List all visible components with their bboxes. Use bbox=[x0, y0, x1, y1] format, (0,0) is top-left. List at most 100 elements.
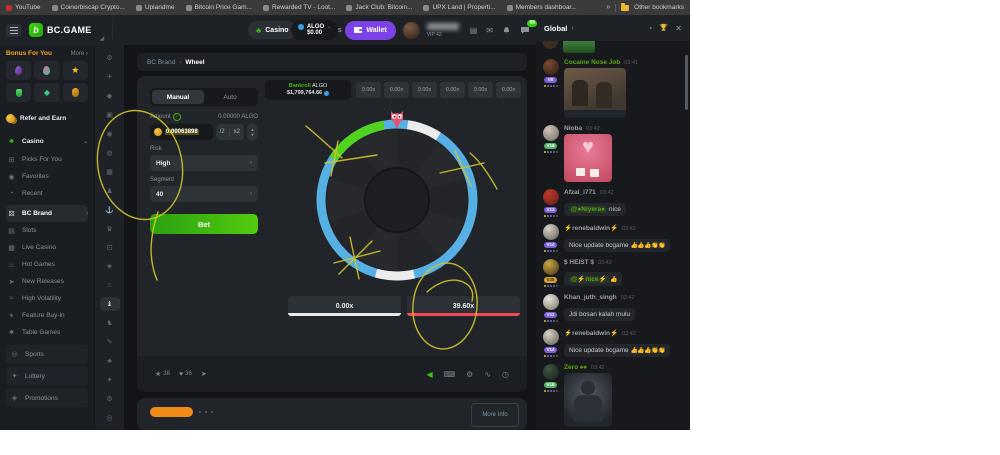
rail-game-icon[interactable]: ⚙ bbox=[100, 51, 120, 65]
rail-game-icon[interactable]: ♣ bbox=[100, 354, 120, 368]
trophy-icon[interactable] bbox=[659, 23, 668, 34]
bonus-tile-purple-egg[interactable] bbox=[6, 61, 31, 80]
user-avatar[interactable] bbox=[403, 22, 420, 39]
favorite-button[interactable]: ★38 bbox=[155, 370, 170, 378]
resize-handle-icon[interactable]: ◢ bbox=[100, 35, 105, 42]
amount-input[interactable]: 0.00063898 bbox=[150, 124, 213, 140]
bookmarks-overflow-chevron[interactable]: » bbox=[606, 4, 610, 11]
sidebar-item[interactable]: ▤ Slots bbox=[6, 222, 88, 239]
history-multiplier-button[interactable]: 0.00x bbox=[412, 82, 437, 98]
fairness-icon[interactable]: ⚙ bbox=[466, 370, 473, 379]
close-icon[interactable]: ✕ bbox=[675, 24, 682, 33]
bookmark-item[interactable]: Uplandme bbox=[136, 4, 175, 11]
bookmark-item[interactable]: Members dashboar... bbox=[507, 4, 577, 11]
double-amount-button[interactable]: x2 bbox=[230, 129, 244, 135]
wallet-button[interactable]: Wallet bbox=[345, 21, 395, 40]
stepper-up-icon[interactable]: ▲ bbox=[251, 128, 255, 132]
bonus-tile-urn[interactable] bbox=[63, 83, 88, 102]
chat-scrollbar[interactable] bbox=[685, 55, 688, 110]
rail-game-icon[interactable]: ✈ bbox=[100, 70, 120, 84]
rail-game-icon[interactable]: ⚀ bbox=[100, 241, 120, 255]
avatar[interactable] bbox=[543, 189, 559, 205]
sidebar-item[interactable]: ▦ Live Casino bbox=[6, 239, 88, 256]
result-tile-white[interactable]: 0.00x bbox=[288, 296, 401, 316]
rail-game-icon[interactable]: ♝ bbox=[100, 297, 120, 311]
history-multiplier-button[interactable]: 0.00x bbox=[496, 82, 521, 98]
bookmark-item[interactable]: Coinorbiscap Crypto... bbox=[52, 4, 125, 11]
chat-toggle-icon[interactable]: 99 bbox=[520, 26, 530, 35]
rail-game-icon[interactable]: ♞ bbox=[100, 316, 120, 330]
bet-button[interactable]: Bet bbox=[150, 214, 258, 234]
rail-game-icon[interactable]: ♟ bbox=[100, 184, 120, 198]
balance-selector[interactable]: ALGO ⌄ $0.00 bbox=[291, 20, 339, 40]
segment-select[interactable]: 40 › bbox=[150, 186, 258, 202]
user-info[interactable]: VIP 42 bbox=[427, 23, 459, 38]
rail-game-icon[interactable]: ◍ bbox=[100, 146, 120, 160]
chat-username[interactable]: Nioba bbox=[564, 125, 582, 132]
chat-recent-icon[interactable]: ◔ bbox=[647, 24, 652, 33]
sidebar-item-refer-and-earn[interactable]: Refer and Earn bbox=[6, 108, 88, 128]
sidebar-item[interactable]: ➤ New Releases bbox=[6, 273, 88, 290]
info-icon[interactable]: i bbox=[173, 113, 181, 121]
rail-game-icon[interactable]: ◈ bbox=[100, 259, 120, 273]
chat-username[interactable]: $ HEIST $ bbox=[564, 259, 594, 266]
tab-auto[interactable]: Auto bbox=[204, 90, 256, 104]
sidebar-item-casino[interactable]: ♣ Casino ⌄ bbox=[6, 132, 88, 151]
bookmark-item[interactable]: Rewarded TV - Loot... bbox=[263, 4, 335, 11]
rail-game-icon[interactable]: ✎ bbox=[100, 335, 120, 349]
bookmark-item[interactable]: Bitcoin Price Gam... bbox=[186, 4, 252, 11]
bonus-tile-potion[interactable] bbox=[6, 83, 31, 102]
chat-channel-title[interactable]: Global bbox=[544, 24, 567, 33]
sidebar-item-bc-brand[interactable]: ⚄ BC Brand › bbox=[6, 205, 88, 222]
rail-game-icon[interactable]: ♛ bbox=[100, 222, 120, 236]
chat-image-person[interactable] bbox=[564, 373, 612, 427]
amount-stepper[interactable]: ▲ ▼ bbox=[247, 124, 258, 140]
half-amount-button[interactable]: /2 bbox=[216, 129, 229, 135]
rail-game-icon[interactable]: ◆ bbox=[100, 89, 120, 103]
breadcrumb-parent[interactable]: BC Brand bbox=[147, 59, 175, 66]
chat-mention[interactable]: @⚡nice⚡ bbox=[569, 276, 609, 283]
chat-image-meme[interactable] bbox=[564, 68, 626, 118]
hamburger-menu-button[interactable] bbox=[6, 24, 21, 37]
more-info-button[interactable]: More Info bbox=[471, 403, 519, 427]
avatar[interactable] bbox=[543, 259, 559, 275]
bonus-tile-color-egg[interactable] bbox=[34, 61, 59, 80]
rail-game-icon[interactable]: ⚓ bbox=[100, 203, 120, 217]
chat-username[interactable]: Zero ♠♠ bbox=[564, 364, 587, 371]
avatar[interactable] bbox=[543, 329, 559, 345]
sidebar-item[interactable]: ♣ Table Games bbox=[6, 324, 88, 341]
game-history-icon[interactable]: ◷ bbox=[502, 370, 509, 379]
chat-username[interactable]: ⚡renebaldwin⚡ bbox=[564, 329, 618, 337]
sidebar-item[interactable]: ◈ Promotions bbox=[6, 389, 88, 407]
chat-image[interactable] bbox=[563, 41, 595, 53]
rail-game-icon[interactable]: ▦ bbox=[100, 165, 120, 179]
bcgame-logo[interactable]: b BC.GAME bbox=[29, 23, 92, 37]
chat-username[interactable]: Khan_juth_singh bbox=[564, 294, 617, 301]
share-button[interactable]: ➤ bbox=[201, 370, 207, 378]
tab-casino[interactable]: ♣ Casino bbox=[248, 21, 297, 39]
mail-icon[interactable]: ✉ bbox=[486, 26, 493, 35]
live-stats-icon[interactable]: ∿ bbox=[484, 370, 491, 379]
bookmark-item[interactable]: UPX Land | Properti... bbox=[423, 4, 495, 11]
avatar[interactable] bbox=[543, 59, 559, 75]
rail-game-icon[interactable]: ◎ bbox=[100, 411, 120, 425]
risk-select[interactable]: High › bbox=[150, 155, 258, 171]
rail-game-icon[interactable]: ⚙ bbox=[100, 392, 120, 406]
rail-game-icon[interactable]: ✦ bbox=[100, 373, 120, 387]
avatar[interactable] bbox=[543, 224, 559, 240]
sidebar-item[interactable]: ◉ Favorites bbox=[6, 168, 88, 185]
rail-game-icon[interactable]: ♨ bbox=[100, 278, 120, 292]
tab-manual[interactable]: Manual bbox=[152, 90, 204, 104]
sidebar-item[interactable]: ✦ Lottery bbox=[6, 367, 88, 385]
other-bookmarks-label[interactable]: Other bookmarks bbox=[634, 4, 684, 11]
chat-image-hearts[interactable] bbox=[564, 134, 612, 182]
notifications-bell-icon[interactable] bbox=[502, 26, 511, 35]
hotkeys-icon[interactable]: ⌨ bbox=[444, 370, 456, 379]
rail-game-icon[interactable]: ▣ bbox=[100, 108, 120, 122]
sidebar-item[interactable]: ≈ High Volatility bbox=[6, 290, 88, 307]
avatar[interactable] bbox=[543, 125, 559, 141]
sidebar-item[interactable]: ♨ Hot Games bbox=[6, 256, 88, 273]
chat-username[interactable]: Afzal_l771 bbox=[564, 189, 596, 196]
history-multiplier-button[interactable]: 0.00x bbox=[384, 82, 409, 98]
rakeback-icon[interactable]: ▤ bbox=[470, 26, 478, 35]
